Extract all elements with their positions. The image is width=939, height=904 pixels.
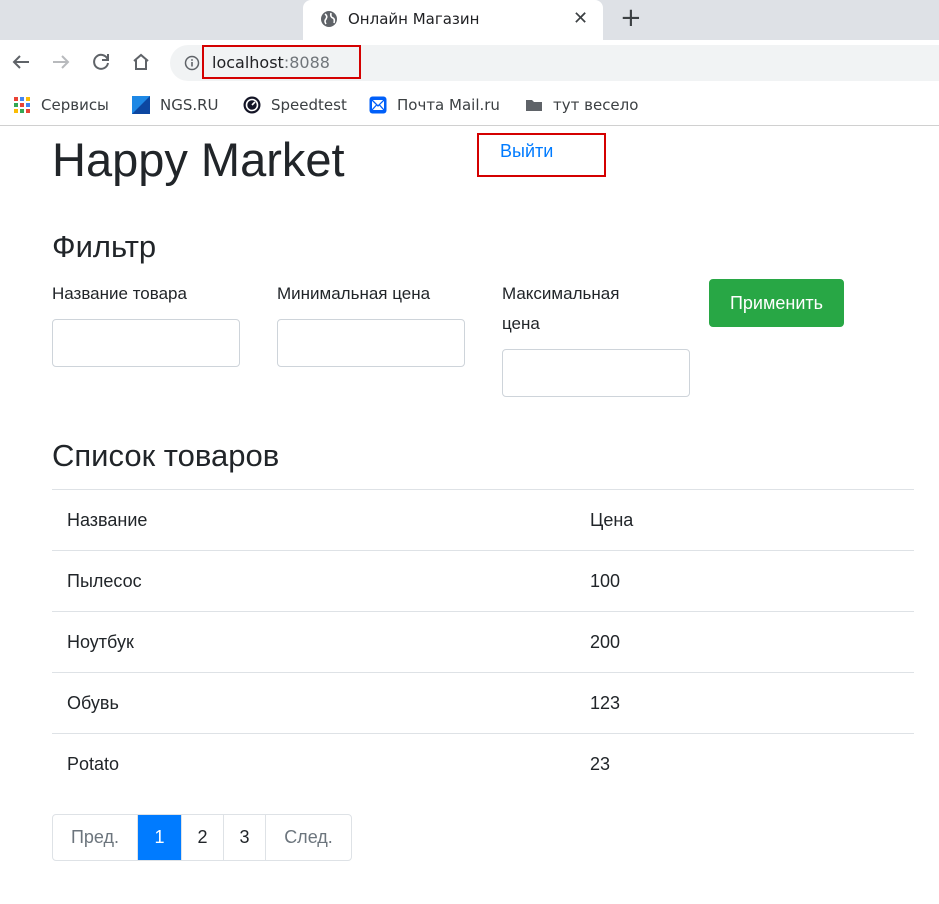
max-price-label-line1: Максимальная [502, 284, 620, 303]
filter-heading: Фильтр [52, 229, 157, 264]
tab-title: Онлайн Магазин [348, 10, 480, 28]
min-price-label: Минимальная цена [277, 284, 431, 303]
bookmark-folder[interactable]: тут весело [525, 95, 638, 115]
products-table: Название Цена Пылесос 100 Ноутбук 200 Об… [52, 489, 914, 795]
bookmark-mail[interactable]: Почта Mail.ru [369, 95, 500, 115]
max-price-label: Максимальная цена [502, 279, 619, 339]
url-text[interactable]: localhost:8088 [212, 53, 330, 72]
max-price-label-line2: цена [502, 314, 540, 333]
url-port: :8088 [283, 53, 330, 72]
speedtest-icon [243, 96, 261, 114]
apply-filter-button[interactable]: Применить [709, 279, 844, 327]
address-bar[interactable]: localhost:8088 [170, 45, 939, 81]
product-price: 23 [571, 733, 914, 795]
max-price-input[interactable] [502, 349, 690, 397]
table-row: Обувь 123 [52, 672, 914, 734]
prev-page-button[interactable]: Пред. [53, 815, 138, 860]
bookmark-label: NGS.RU [160, 96, 219, 114]
name-filter-input[interactable] [52, 319, 240, 367]
home-icon[interactable] [129, 50, 153, 74]
new-tab-icon[interactable]: + [620, 3, 642, 33]
bookmarks-bar: Сервисы NGS.RU Speedtest Почта Mail.ru т… [0, 86, 939, 126]
mail-icon [369, 96, 387, 114]
page-title: Happy Market [52, 133, 345, 186]
bookmark-label: Почта Mail.ru [397, 96, 500, 114]
bookmark-ngs[interactable]: NGS.RU [132, 95, 219, 115]
page-2-button[interactable]: 2 [182, 815, 224, 860]
product-list-heading: Список товаров [52, 438, 280, 473]
url-host: localhost [212, 53, 284, 72]
table-header-row: Название Цена [52, 489, 914, 551]
globe-icon [321, 11, 337, 27]
page-3-button[interactable]: 3 [224, 815, 266, 860]
close-tab-icon[interactable]: ✕ [573, 8, 588, 29]
reload-icon[interactable] [89, 50, 113, 74]
product-name: Ноутбук [52, 611, 571, 673]
product-price: 200 [571, 611, 914, 673]
bookmark-label: Сервисы [41, 96, 109, 114]
table-row: Ноутбук 200 [52, 611, 914, 673]
bookmark-label: тут весело [553, 96, 639, 114]
table-row: Пылесос 100 [52, 550, 914, 612]
page-1-button[interactable]: 1 [138, 815, 182, 860]
apps-grid-icon [14, 97, 30, 113]
ngs-logo-icon [132, 96, 150, 114]
product-name: Обувь [52, 672, 571, 734]
next-page-button[interactable]: След. [266, 815, 351, 860]
column-header-name: Название [52, 489, 571, 551]
browser-tab[interactable]: Онлайн Магазин ✕ [303, 0, 603, 40]
folder-icon [526, 100, 542, 111]
back-arrow-icon[interactable] [9, 50, 33, 74]
pagination: Пред. 1 2 3 След. [52, 814, 352, 861]
product-price: 123 [571, 672, 914, 734]
min-price-input[interactable] [277, 319, 465, 367]
browser-tabstrip: Онлайн Магазин ✕ + [0, 0, 939, 40]
logout-link[interactable]: Выйти [500, 141, 553, 162]
forward-arrow-icon[interactable] [49, 50, 73, 74]
column-header-price: Цена [571, 489, 914, 551]
bookmark-speedtest[interactable]: Speedtest [243, 95, 347, 115]
info-icon[interactable] [184, 55, 200, 71]
product-name: Пылесос [52, 550, 571, 612]
browser-toolbar: localhost:8088 [0, 40, 939, 86]
bookmark-services[interactable]: Сервисы [13, 95, 109, 115]
product-name: Potato [52, 733, 571, 795]
bookmark-label: Speedtest [271, 96, 347, 114]
name-filter-label: Название товара [52, 284, 187, 303]
product-price: 100 [571, 550, 914, 612]
table-row: Potato 23 [52, 733, 914, 795]
